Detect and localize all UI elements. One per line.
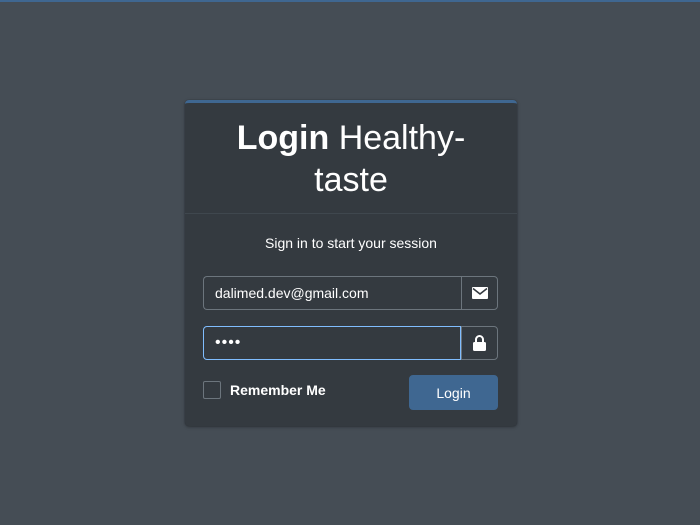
login-box-message: Sign in to start your session (265, 235, 437, 251)
login-card: Login Healthy-taste Sign in to start you… (185, 100, 517, 426)
card-header: Login Healthy-taste (185, 103, 517, 214)
top-accent-line (0, 0, 700, 2)
email-input[interactable] (203, 276, 461, 310)
page-title: Login Healthy-taste (221, 117, 481, 201)
envelope-icon (471, 287, 488, 299)
login-button[interactable]: Login (409, 375, 498, 410)
email-input-group (203, 276, 498, 310)
email-addon (461, 276, 498, 310)
password-input[interactable] (203, 326, 461, 360)
password-input-group (203, 326, 498, 360)
remember-me-row: Remember Me (203, 381, 326, 399)
remember-me-checkbox[interactable] (203, 381, 221, 399)
title-bold: Login (236, 119, 330, 157)
remember-me-label[interactable]: Remember Me (230, 382, 326, 398)
title-rest: Healthy-taste (314, 119, 466, 199)
lock-icon (473, 335, 486, 351)
password-addon (461, 326, 498, 360)
